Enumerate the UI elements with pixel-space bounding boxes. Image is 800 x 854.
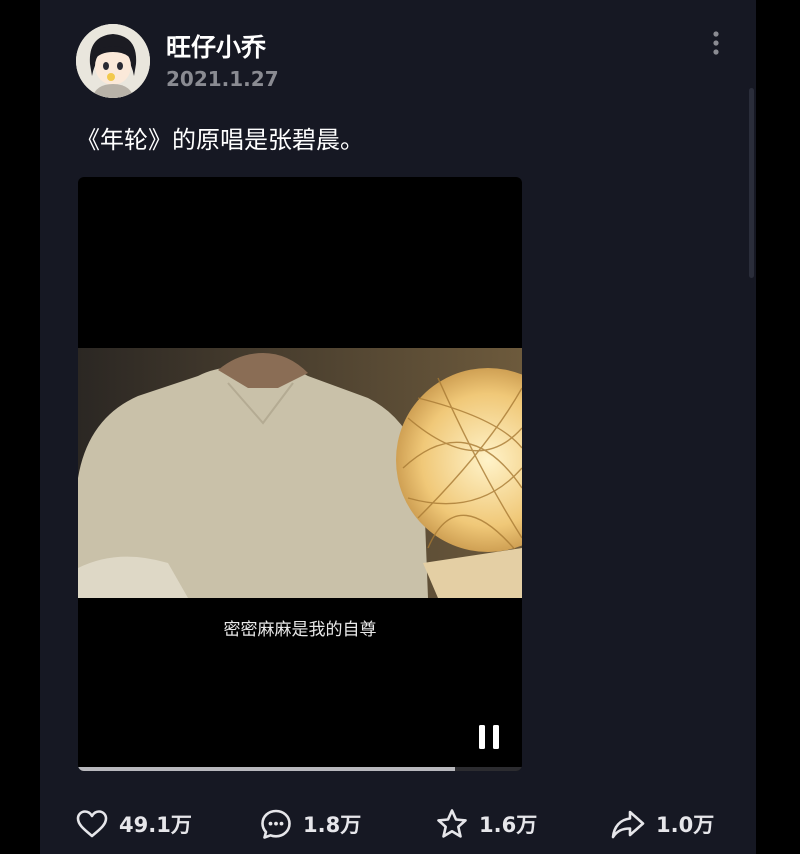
star-icon	[437, 809, 467, 838]
scrollbar[interactable]	[749, 88, 754, 278]
video-progress-fill	[78, 767, 456, 771]
video-progress-bar[interactable]	[78, 767, 522, 771]
post-caption: 《年轮》的原唱是张碧晨。	[76, 126, 364, 154]
comment-bubble-icon	[261, 809, 291, 839]
post-date: 2021.1.27	[166, 67, 279, 91]
avatar[interactable]	[76, 24, 150, 98]
video-frame[interactable]	[78, 348, 522, 598]
comment-count: 1.8万	[303, 813, 362, 837]
heart-icon	[76, 810, 108, 838]
username[interactable]: 旺仔小乔	[166, 28, 266, 64]
like-button[interactable]: 49.1万	[75, 804, 192, 844]
pause-icon[interactable]	[474, 722, 504, 752]
avatar-image	[76, 24, 150, 98]
more-vertical-icon[interactable]	[704, 28, 728, 58]
share-button[interactable]: 1.0万	[610, 804, 714, 844]
favorite-count: 1.6万	[479, 813, 538, 837]
like-count: 49.1万	[119, 813, 192, 837]
video-subtitle: 密密麻麻是我的自尊	[223, 620, 377, 640]
video-player[interactable]: 密密麻麻是我的自尊	[78, 177, 522, 771]
favorite-button[interactable]: 1.6万	[435, 804, 537, 844]
comment-button[interactable]: 1.8万	[259, 804, 361, 844]
share-count: 1.0万	[656, 813, 715, 837]
share-arrow-icon	[611, 810, 645, 839]
